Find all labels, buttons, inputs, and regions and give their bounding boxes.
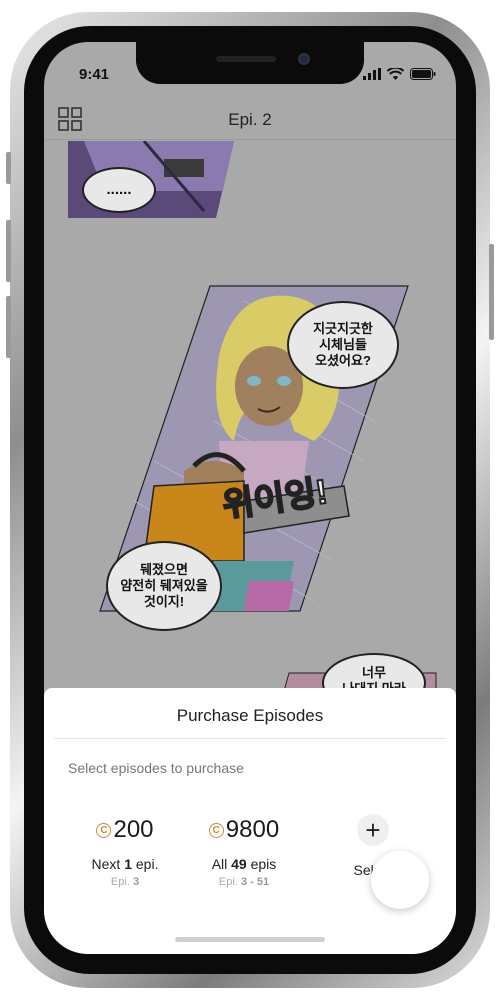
floating-action-button[interactable] [371, 851, 429, 909]
plus-icon: + [357, 814, 389, 846]
episode-range: Epi. 3 [110, 876, 140, 888]
notch [136, 42, 364, 84]
screen: 9:41 Epi. 2 ...... 지긋지긋한 시체님들 오셨어요? 위이잉!… [44, 42, 456, 954]
option-label: All 49 epis [211, 856, 277, 872]
cellular-signal-icon [363, 68, 381, 80]
coin-icon: C [208, 822, 224, 838]
option-label: Next 1 epi. [91, 856, 159, 872]
speaker-grille [216, 56, 276, 62]
mute-switch [6, 152, 11, 184]
buy-next-episode-option[interactable]: C 200 Next 1 epi. Epi. 3 [60, 814, 190, 888]
price-value: 200 [113, 816, 154, 843]
comic-panel-bottom [283, 672, 437, 691]
volume-down-button [6, 296, 11, 358]
coin-icon: C [96, 822, 112, 838]
price-value: 9800 [225, 816, 280, 843]
status-icons [363, 68, 436, 80]
divider [54, 738, 446, 739]
episode-range: Epi. 3 - 51 [218, 876, 270, 888]
purchase-sheet: Purchase Episodes Select episodes to pur… [44, 688, 456, 954]
status-time: 9:41 [79, 66, 110, 83]
buy-all-episodes-option[interactable]: C 9800 All 49 epis Epi. 3 - 51 [179, 814, 309, 888]
episode-count: 1 [124, 856, 132, 872]
purchase-sheet-title: Purchase Episodes [176, 706, 324, 725]
power-button [489, 244, 494, 340]
price: C 200 [60, 814, 190, 846]
battery-icon [410, 68, 436, 80]
price: C 9800 [179, 814, 309, 846]
episode-title: Epi. 2 [228, 110, 272, 129]
comic-viewer[interactable]: ...... 지긋지긋한 시체님들 오셨어요? 위이잉! 뒈졌으면 얌전히 뒈져… [44, 141, 456, 713]
wifi-icon [387, 68, 404, 80]
episode-header: Epi. 2 [44, 100, 456, 140]
front-camera [298, 53, 310, 65]
purchase-subtitle: Select episodes to purchase [68, 760, 244, 776]
episode-count: 49 [231, 856, 247, 872]
volume-up-button [6, 220, 11, 282]
home-indicator[interactable] [175, 937, 325, 942]
